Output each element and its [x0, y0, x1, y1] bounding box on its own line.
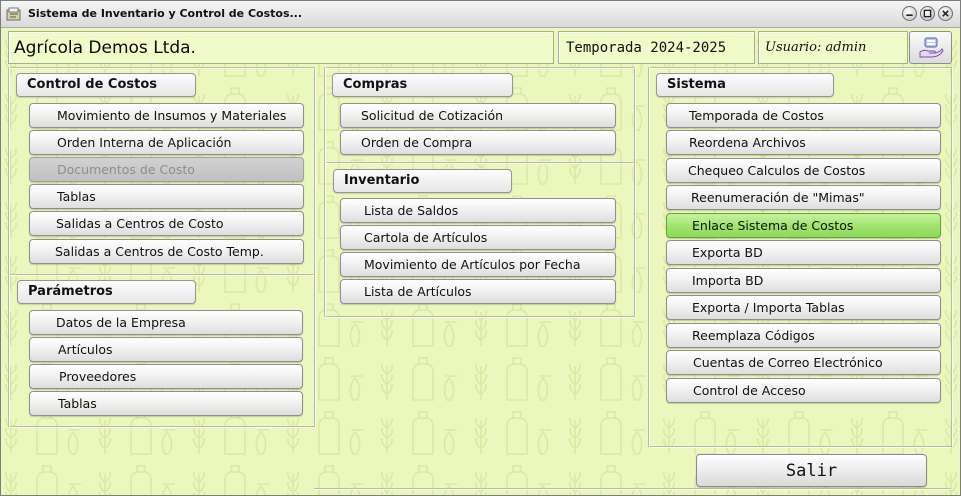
solicitud-cotizacion-button[interactable]: Solicitud de Cotización: [340, 103, 616, 128]
maximize-icon[interactable]: [920, 6, 935, 21]
control-acceso-button[interactable]: Control de Acceso: [666, 378, 941, 403]
main-window: Sistema de Inventario y Control de Costo…: [0, 0, 961, 496]
season-label: Temporada 2024-2025: [558, 31, 755, 64]
inventario-heading: Inventario: [333, 169, 512, 193]
tablas-parametros-button[interactable]: Tablas: [29, 391, 303, 416]
reenumeracion-mimas-button[interactable]: Reenumeración de "Mimas": [666, 185, 941, 210]
reordena-archivos-button[interactable]: Reordena Archivos: [666, 130, 941, 155]
lista-articulos-button[interactable]: Lista de Artículos: [340, 279, 616, 304]
minimize-icon[interactable]: [902, 6, 917, 21]
app-icon: [6, 6, 22, 22]
datos-empresa-button[interactable]: Datos de la Empresa: [29, 310, 303, 335]
window-title: Sistema de Inventario y Control de Costo…: [28, 7, 303, 20]
chequeo-calculos-button[interactable]: Chequeo Calculos de Costos: [666, 158, 941, 183]
articulos-button[interactable]: Artículos: [29, 337, 303, 362]
temporada-costos-button[interactable]: Temporada de Costos: [666, 103, 941, 128]
sistema-heading: Sistema: [656, 73, 834, 97]
orden-interna-button[interactable]: Orden Interna de Aplicación: [29, 130, 304, 155]
reemplaza-codigos-button[interactable]: Reemplaza Códigos: [666, 323, 941, 348]
salidas-centros-costo-temp-button[interactable]: Salidas a Centros de Costo Temp.: [29, 239, 304, 264]
importa-bd-button[interactable]: Importa BD: [666, 268, 941, 293]
cuentas-correo-button[interactable]: Cuentas de Correo Electrónico: [666, 350, 941, 375]
company-name: Agrícola Demos Ltda.: [8, 31, 554, 64]
user-label: Usuario: admin: [758, 31, 908, 64]
tablas-costos-button[interactable]: Tablas: [29, 184, 304, 209]
title-bar[interactable]: Sistema de Inventario y Control de Costo…: [1, 1, 960, 28]
enlace-sistema-costos-button[interactable]: Enlace Sistema de Costos: [666, 213, 941, 238]
proveedores-button[interactable]: Proveedores: [29, 364, 303, 389]
lista-saldos-button[interactable]: Lista de Saldos: [340, 198, 616, 223]
documentos-costo-button[interactable]: Documentos de Costo: [29, 157, 304, 182]
user-tray-icon[interactable]: [909, 31, 952, 64]
parametros-heading: Parámetros: [17, 280, 196, 304]
control-costos-heading: Control de Costos: [16, 73, 196, 97]
exporta-bd-button[interactable]: Exporta BD: [666, 240, 941, 265]
compras-heading: Compras: [332, 73, 513, 97]
orden-compra-button[interactable]: Orden de Compra: [340, 130, 616, 155]
exit-button[interactable]: Salir: [696, 454, 927, 487]
movimiento-insumos-button[interactable]: Movimiento de Insumos y Materiales: [29, 103, 304, 128]
salidas-centros-costo-button[interactable]: Salidas a Centros de Costo: [29, 211, 304, 236]
movimiento-articulos-fecha-button[interactable]: Movimiento de Artículos por Fecha: [340, 252, 616, 277]
close-icon[interactable]: [938, 6, 953, 21]
exporta-importa-tablas-button[interactable]: Exporta / Importa Tablas: [666, 295, 941, 320]
cartola-articulos-button[interactable]: Cartola de Artículos: [340, 225, 616, 250]
